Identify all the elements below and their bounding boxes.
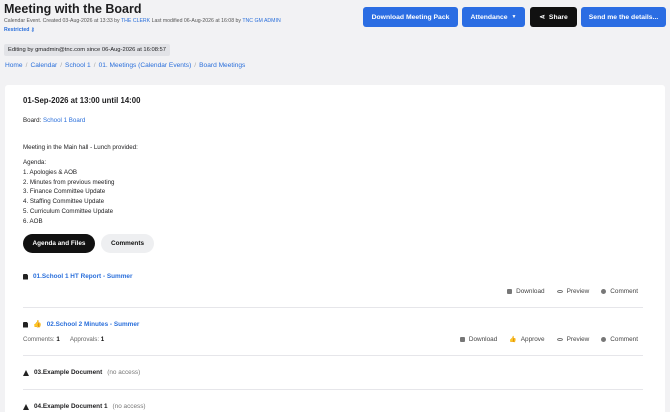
board-link[interactable]: School 1 Board bbox=[43, 117, 85, 124]
document-link[interactable]: 02.School 2 Minutes - Summer bbox=[47, 321, 140, 328]
comment-icon bbox=[601, 337, 607, 342]
agenda-item: 3. Finance Committee Update bbox=[23, 188, 106, 196]
download-icon bbox=[507, 289, 513, 294]
agenda-item: 2. Minutes from previous meeting bbox=[23, 178, 115, 186]
editing-notice: Editing by gmadmin@tnc.com since 06-Aug-… bbox=[4, 44, 170, 56]
comment-button[interactable]: Comment bbox=[601, 288, 638, 295]
download-icon bbox=[459, 337, 465, 342]
document-actions: Download 👍 Approve Preview Comment bbox=[459, 336, 638, 343]
document-counts: Comments: 1 Approvals: 1 bbox=[23, 336, 105, 343]
tab-comments[interactable]: Comments bbox=[101, 234, 154, 253]
thumbs-up-icon: 👍 bbox=[33, 321, 42, 328]
key-icon: ⚷ bbox=[30, 27, 35, 33]
board-line: Board: School 1 Board bbox=[23, 117, 86, 124]
divider bbox=[23, 355, 643, 356]
restricted-badge[interactable]: Restricted ⚷ bbox=[4, 27, 35, 33]
warning-icon bbox=[23, 403, 29, 410]
download-button[interactable]: Download bbox=[459, 336, 497, 343]
agenda-item: 5. Curriculum Committee Update bbox=[23, 207, 114, 215]
event-card: 01-Sep-2026 at 13:00 until 14:00 Board: … bbox=[5, 85, 665, 412]
thumbs-up-icon: 👍 bbox=[509, 337, 517, 343]
breadcrumb-home[interactable]: Home bbox=[5, 62, 23, 69]
event-meta: Calendar Event. Created 03-Aug-2026 at 1… bbox=[4, 18, 281, 24]
eye-icon bbox=[556, 337, 563, 342]
document-icon bbox=[23, 273, 28, 280]
breadcrumb-board-meetings[interactable]: Board Meetings bbox=[199, 62, 245, 69]
document-row-1: 01.School 1 HT Report - Summer bbox=[23, 273, 132, 280]
preview-button[interactable]: Preview bbox=[556, 336, 589, 343]
breadcrumb: Home / Calendar / School 1/ 01. Meetings (… bbox=[5, 62, 246, 69]
breadcrumb-meetings[interactable]: 01. Meetings (Calendar Events) bbox=[99, 62, 192, 69]
document-row-4: 04.Example Document 1 (no access) bbox=[23, 403, 146, 410]
modified-by-link[interactable]: TNC GM ADMIN bbox=[242, 18, 280, 24]
event-datetime: 01-Sep-2026 at 13:00 until 14:00 bbox=[23, 96, 141, 105]
document-name: 03.Example Document bbox=[34, 369, 103, 376]
send-details-button[interactable]: Send me the details... bbox=[581, 7, 666, 27]
breadcrumb-calendar[interactable]: Calendar bbox=[30, 62, 57, 69]
document-link[interactable]: 01.School 1 HT Report - Summer bbox=[33, 273, 132, 280]
document-name: 04.Example Document 1 bbox=[34, 403, 108, 410]
document-row-2: 👍 02.School 2 Minutes - Summer bbox=[23, 321, 139, 328]
page-title: Meeting with the Board bbox=[4, 2, 142, 16]
agenda-item: 4. Staffing Committee Update bbox=[23, 198, 105, 206]
breadcrumb-school[interactable]: School 1 bbox=[65, 62, 91, 69]
attendance-button[interactable]: Attendance ▼ bbox=[462, 7, 525, 27]
comment-icon bbox=[601, 289, 607, 294]
divider bbox=[23, 307, 643, 308]
warning-icon bbox=[23, 369, 29, 376]
agenda-item: 1. Apologies & AOB bbox=[23, 168, 78, 176]
no-access-label: (no access) bbox=[107, 369, 141, 376]
event-description: Meeting in the Main hall - Lunch provide… bbox=[23, 144, 138, 151]
tab-agenda-and-files[interactable]: Agenda and Files bbox=[23, 234, 95, 253]
eye-icon bbox=[556, 289, 563, 294]
document-row-3: 03.Example Document (no access) bbox=[23, 369, 140, 376]
download-button[interactable]: Download bbox=[507, 288, 545, 295]
share-button[interactable]: ⋖ Share bbox=[530, 7, 577, 27]
comment-button[interactable]: Comment bbox=[601, 336, 638, 343]
divider bbox=[23, 389, 643, 390]
created-by-link[interactable]: THE CLERK bbox=[121, 18, 150, 24]
download-meeting-pack-button[interactable]: Download Meeting Pack bbox=[363, 7, 458, 27]
document-icon bbox=[23, 321, 28, 328]
caret-down-icon: ▼ bbox=[511, 14, 517, 20]
document-actions: Download Preview Comment bbox=[507, 288, 638, 295]
share-icon: ⋖ bbox=[539, 14, 545, 21]
approve-button[interactable]: 👍 Approve bbox=[509, 336, 544, 343]
no-access-label: (no access) bbox=[112, 403, 146, 410]
agenda-text: Agenda: 1. Apologies & AOB 2. Minutes fr… bbox=[23, 159, 115, 225]
agenda-item: 6. AOB bbox=[23, 217, 43, 225]
preview-button[interactable]: Preview bbox=[556, 288, 589, 295]
